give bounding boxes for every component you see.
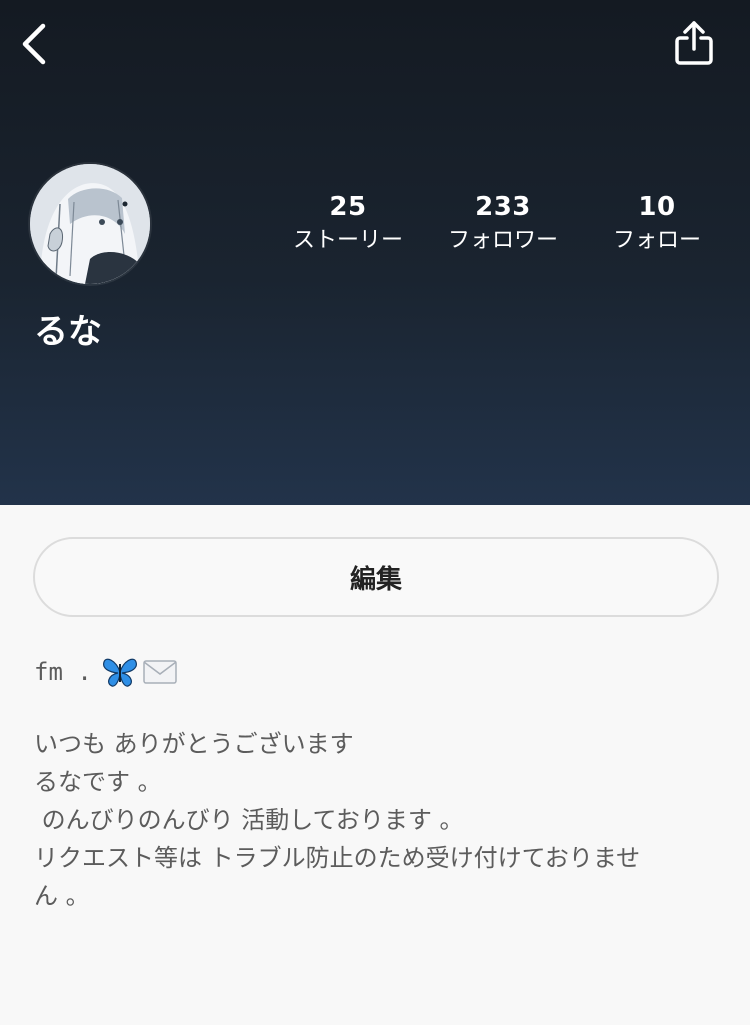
bio-spacer — [34, 689, 714, 725]
stat-following-label: フォロー — [612, 228, 701, 253]
avatar[interactable] — [30, 164, 150, 284]
edit-profile-button[interactable]: 編集 — [33, 537, 719, 617]
profile-header: 25 ストーリー 233 フォロワー 10 フォロー るな — [0, 0, 750, 505]
bio-line: いつも ありがとうございます — [34, 730, 354, 758]
share-button[interactable] — [668, 18, 720, 68]
stat-followers-count: 233 — [475, 192, 531, 222]
stat-following[interactable]: 10 フォロー — [582, 190, 732, 258]
stat-following-count: 10 — [638, 192, 676, 222]
bio-title-row: fm . — [34, 655, 714, 689]
stat-followers[interactable]: 233 フォロワー — [428, 190, 578, 258]
envelope-icon — [142, 658, 178, 686]
stat-followers-label: フォロワー — [447, 228, 558, 253]
bio-title: fm . — [34, 658, 92, 686]
back-button[interactable] — [12, 20, 56, 68]
share-icon — [675, 21, 713, 65]
bio: fm . いつも ありがとうございます るなです 。 のんびりのんびり 活動して… — [34, 655, 714, 915]
butterfly-icon — [102, 656, 138, 688]
bio-line: るなです 。 — [34, 768, 162, 796]
chevron-left-icon — [22, 23, 46, 65]
bio-line: のんびりのんびり 活動しております 。 — [34, 806, 464, 834]
stat-stories-label: ストーリー — [292, 228, 403, 253]
stat-stories[interactable]: 25 ストーリー — [273, 190, 423, 258]
bio-line: リクエスト等は トラブル防止のため受け付けておりませ — [34, 844, 641, 872]
stat-stories-count: 25 — [329, 192, 367, 222]
username: るな — [34, 312, 102, 352]
profile-stats: 25 ストーリー 233 フォロワー 10 フォロー — [270, 190, 730, 260]
bio-line: ん 。 — [34, 882, 90, 910]
avatar-image — [30, 164, 150, 284]
